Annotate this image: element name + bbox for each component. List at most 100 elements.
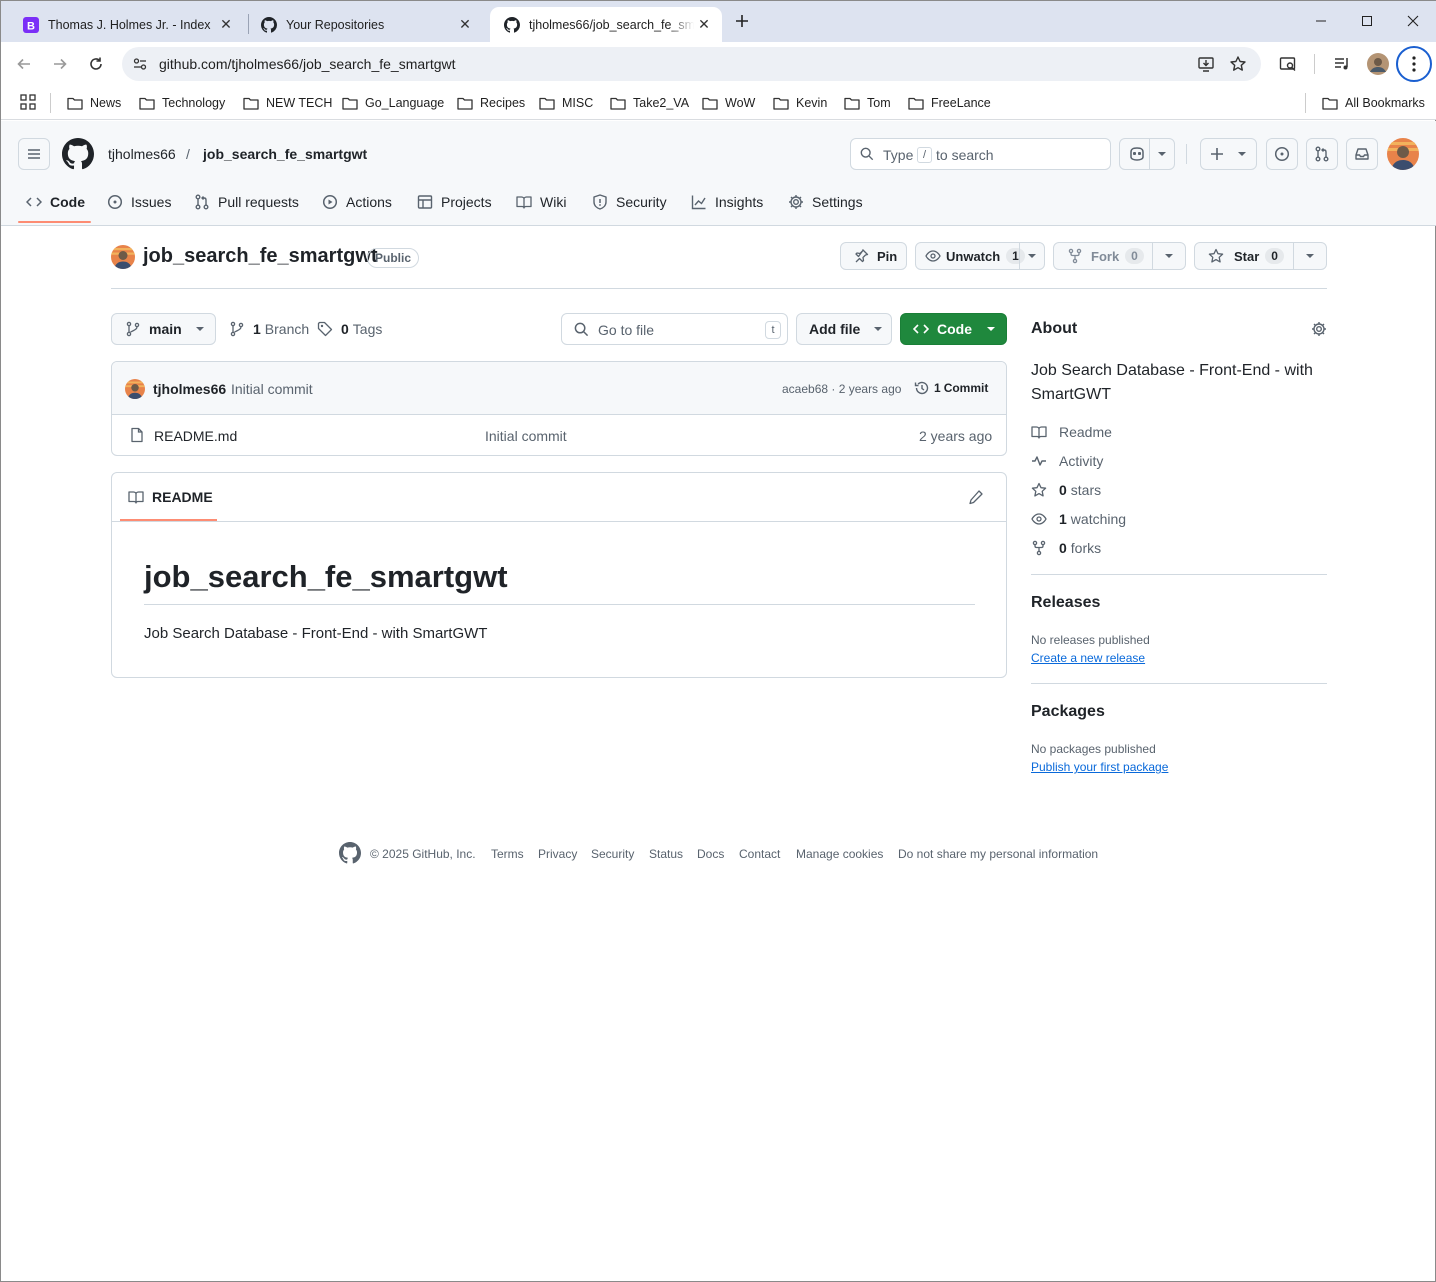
title-divider bbox=[111, 288, 1327, 289]
stars-link[interactable]: 0 stars bbox=[1031, 480, 1101, 500]
bookmark-folder[interactable]: Take2_VA bbox=[610, 93, 689, 113]
gear-icon[interactable] bbox=[1311, 321, 1327, 337]
bookmark-folder[interactable]: MISC bbox=[539, 93, 593, 113]
install-app-icon[interactable] bbox=[1197, 55, 1215, 73]
browser-tab[interactable]: B Thomas J. Holmes Jr. - Index ✕ bbox=[9, 7, 244, 42]
close-tab-icon[interactable]: ✕ bbox=[694, 15, 714, 35]
media-controls-icon[interactable] bbox=[1333, 55, 1351, 73]
tab-projects[interactable]: Projects bbox=[417, 190, 492, 214]
chevron-down-icon[interactable] bbox=[1164, 252, 1174, 260]
user-avatar[interactable] bbox=[1387, 138, 1419, 170]
github-logo-icon[interactable] bbox=[62, 138, 94, 170]
commit-sha-time[interactable]: acaeb68 · 2 years ago bbox=[782, 382, 901, 396]
site-settings-icon[interactable] bbox=[132, 56, 148, 72]
tab-pull-requests-label: Pull requests bbox=[218, 194, 299, 210]
footer-link-security[interactable]: Security bbox=[591, 847, 634, 861]
star-button[interactable]: Star 0 bbox=[1194, 242, 1327, 270]
commit-author[interactable]: tjholmes66 bbox=[153, 381, 226, 397]
releases-heading[interactable]: Releases bbox=[1031, 594, 1100, 612]
close-window-button[interactable] bbox=[1390, 1, 1436, 41]
copilot-button[interactable] bbox=[1119, 138, 1175, 170]
search-input[interactable]: Type / to search bbox=[850, 138, 1111, 170]
file-commit-message[interactable]: Initial commit bbox=[485, 428, 567, 444]
code-button[interactable]: Code bbox=[900, 313, 1007, 345]
footer-link-status[interactable]: Status bbox=[649, 847, 683, 861]
minimize-window-button[interactable] bbox=[1298, 1, 1344, 41]
readme-link[interactable]: Readme bbox=[1031, 422, 1112, 442]
apps-grid-icon[interactable] bbox=[20, 94, 36, 110]
footer-link-do-not-share[interactable]: Do not share my personal information bbox=[898, 847, 1098, 861]
menu-button[interactable] bbox=[18, 138, 50, 170]
browser-tab-active[interactable]: tjholmes66/job_search_fe_smartgwt ✕ bbox=[490, 7, 722, 42]
branches-link[interactable]: 1 Branch bbox=[229, 321, 309, 337]
activity-link[interactable]: Activity bbox=[1031, 451, 1103, 471]
tab-search-icon[interactable] bbox=[1279, 55, 1297, 73]
reload-button[interactable] bbox=[82, 50, 110, 78]
bookmark-folder[interactable]: News bbox=[67, 93, 121, 113]
footer-link-privacy[interactable]: Privacy bbox=[538, 847, 577, 861]
tab-pull-requests[interactable]: Pull requests bbox=[194, 190, 299, 214]
back-button[interactable] bbox=[10, 50, 38, 78]
inbox-button[interactable] bbox=[1346, 138, 1378, 170]
address-bar[interactable]: github.com/tjholmes66/job_search_fe_smar… bbox=[122, 47, 1261, 81]
github-footer-logo-icon[interactable] bbox=[339, 842, 361, 864]
go-to-file-input[interactable]: Go to file t bbox=[561, 313, 788, 345]
bookmark-folder[interactable]: FreeLance bbox=[908, 93, 991, 113]
commit-message[interactable]: Initial commit bbox=[231, 381, 313, 397]
new-tab-button[interactable] bbox=[730, 9, 754, 33]
edit-pencil-icon[interactable] bbox=[968, 489, 984, 505]
file-name[interactable]: README.md bbox=[154, 428, 237, 444]
all-bookmarks[interactable]: All Bookmarks bbox=[1322, 93, 1425, 113]
browser-menu-button[interactable] bbox=[1396, 46, 1432, 82]
bookmark-folder[interactable]: WoW bbox=[702, 93, 755, 113]
commits-link[interactable]: 1 Commit bbox=[914, 380, 988, 396]
repo-title[interactable]: job_search_fe_smartgwt bbox=[143, 245, 378, 268]
tab-actions[interactable]: Actions bbox=[322, 190, 392, 214]
close-tab-icon[interactable]: ✕ bbox=[216, 15, 236, 35]
footer-link-manage-cookies[interactable]: Manage cookies bbox=[796, 847, 883, 861]
readme-tab[interactable]: README bbox=[128, 489, 213, 505]
browser-tab[interactable]: Your Repositories ✕ bbox=[247, 7, 483, 42]
forks-link[interactable]: 0 forks bbox=[1031, 538, 1101, 558]
tab-issues[interactable]: Issues bbox=[107, 190, 171, 214]
watching-link[interactable]: 1 watching bbox=[1031, 509, 1126, 529]
repo-link[interactable]: job_search_fe_smartgwt bbox=[203, 146, 367, 162]
pin-button[interactable]: Pin bbox=[840, 242, 907, 270]
packages-heading[interactable]: Packages bbox=[1031, 703, 1105, 721]
add-file-button[interactable]: Add file bbox=[796, 313, 892, 345]
tab-settings[interactable]: Settings bbox=[788, 190, 863, 214]
chevron-down-icon[interactable] bbox=[1305, 252, 1315, 260]
bookmark-folder[interactable]: Go_Language bbox=[342, 93, 444, 113]
chevron-down-icon[interactable] bbox=[1157, 150, 1167, 158]
issues-button[interactable] bbox=[1266, 138, 1298, 170]
bookmark-star-icon[interactable] bbox=[1229, 55, 1247, 73]
bookmark-folder[interactable]: Recipes bbox=[457, 93, 525, 113]
bookmark-folder[interactable]: NEW TECH bbox=[243, 93, 332, 113]
publish-package-link[interactable]: Publish your first package bbox=[1031, 760, 1168, 774]
folder-icon bbox=[539, 97, 555, 110]
bookmark-folder[interactable]: Kevin bbox=[773, 93, 827, 113]
create-release-link[interactable]: Create a new release bbox=[1031, 651, 1145, 665]
fork-button[interactable]: Fork 0 bbox=[1053, 242, 1186, 270]
tags-link[interactable]: 0 Tags bbox=[317, 321, 382, 337]
profile-avatar[interactable] bbox=[1367, 53, 1389, 75]
bookmark-folder[interactable]: Tom bbox=[844, 93, 891, 113]
bookmark-folder[interactable]: Technology bbox=[139, 93, 225, 113]
tab-wiki[interactable]: Wiki bbox=[516, 190, 566, 214]
tab-insights[interactable]: Insights bbox=[691, 190, 763, 214]
pull-requests-button[interactable] bbox=[1306, 138, 1338, 170]
owner-link[interactable]: tjholmes66 bbox=[108, 146, 176, 162]
close-tab-icon[interactable]: ✕ bbox=[455, 15, 475, 35]
tab-code[interactable]: Code bbox=[26, 190, 85, 214]
footer-link-contact[interactable]: Contact bbox=[739, 847, 780, 861]
forward-button[interactable] bbox=[46, 50, 74, 78]
footer-link-docs[interactable]: Docs bbox=[697, 847, 724, 861]
table-row[interactable]: README.md Initial commit 2 years ago bbox=[112, 415, 1006, 455]
footer-link-terms[interactable]: Terms bbox=[491, 847, 524, 861]
unwatch-button[interactable]: Unwatch 1 bbox=[915, 242, 1045, 270]
branch-select[interactable]: main bbox=[111, 313, 216, 345]
tab-security[interactable]: Security bbox=[592, 190, 667, 214]
create-new-button[interactable] bbox=[1200, 138, 1257, 170]
maximize-window-button[interactable] bbox=[1344, 1, 1390, 41]
chevron-down-icon[interactable] bbox=[1027, 252, 1037, 260]
